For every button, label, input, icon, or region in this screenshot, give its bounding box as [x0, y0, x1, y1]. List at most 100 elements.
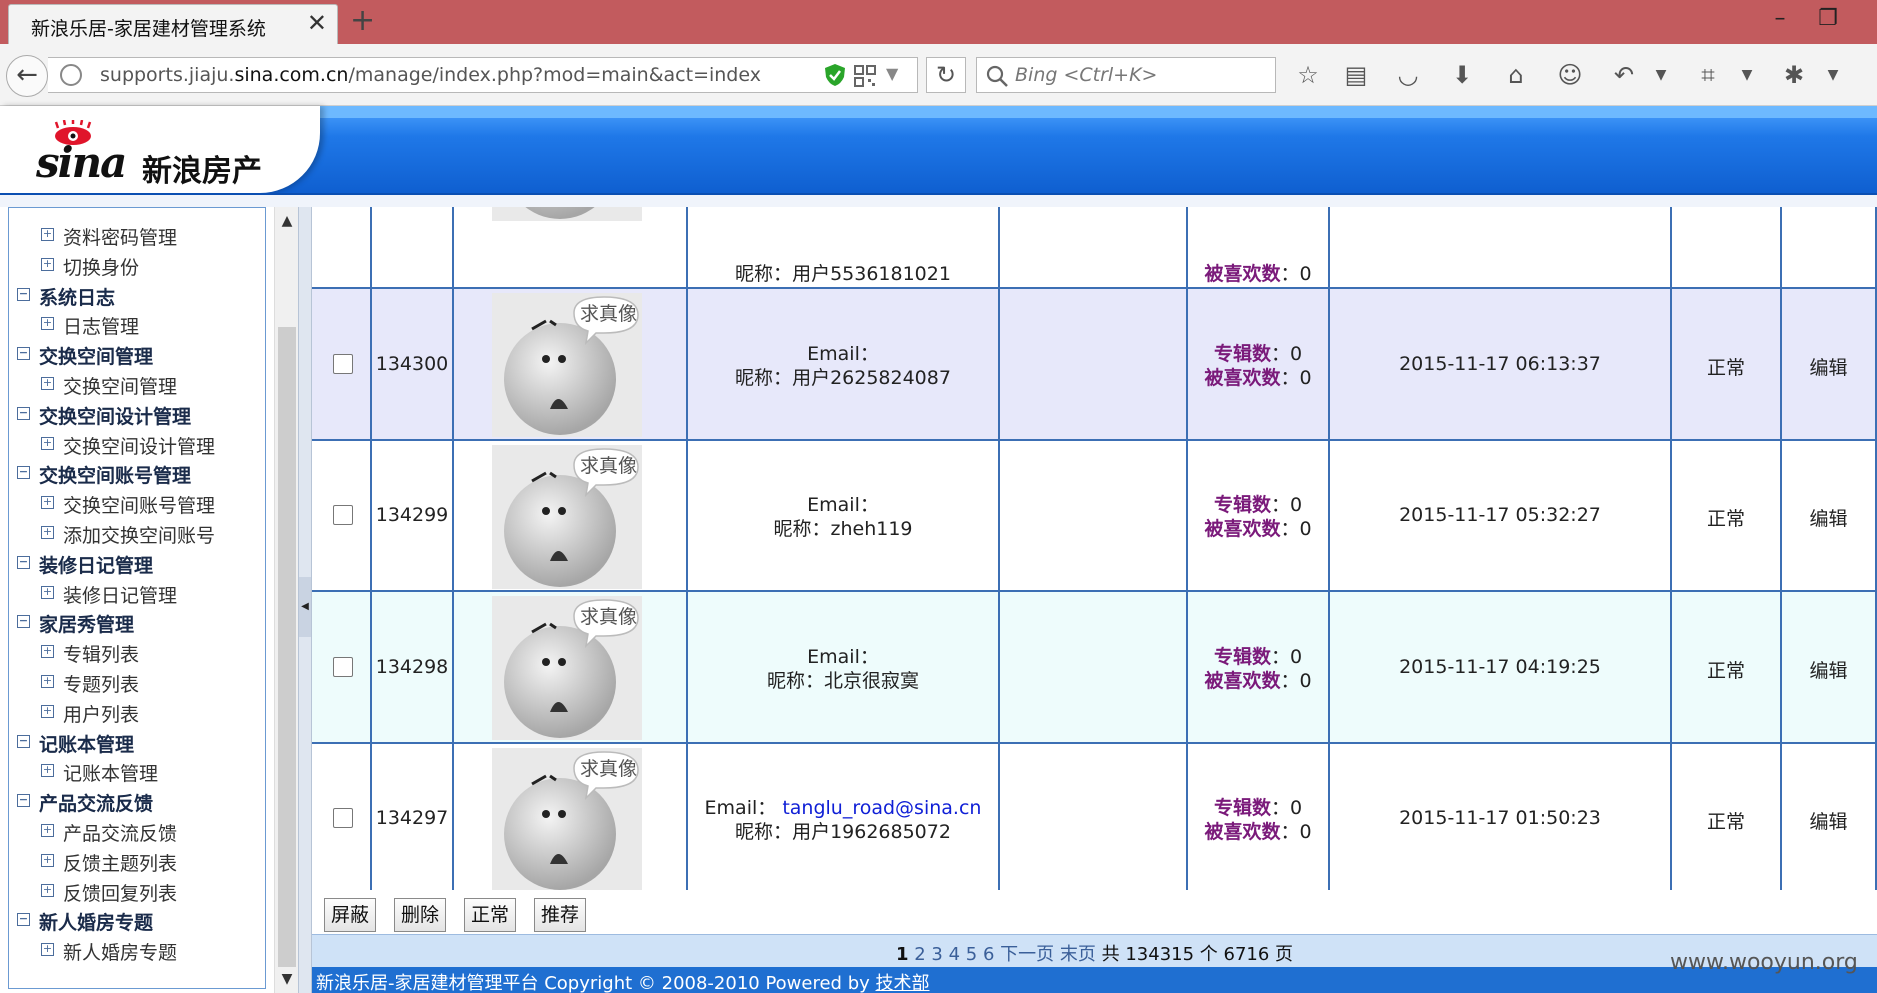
smiley-icon[interactable]: ☺: [1552, 58, 1588, 94]
sidebar-item[interactable]: + 新人婚房专题: [9, 937, 265, 965]
minimize-icon[interactable]: –: [1760, 4, 1800, 34]
sidebar-item[interactable]: + 用户列表: [9, 699, 265, 727]
sidebar-item[interactable]: + 日志管理: [9, 311, 265, 339]
shield-icon[interactable]: [824, 63, 846, 87]
sidebar-group[interactable]: − 交换空间账号管理: [9, 460, 265, 488]
restore-icon[interactable]: ❐: [1808, 4, 1848, 34]
expand-icon[interactable]: +: [41, 257, 54, 271]
collapse-icon[interactable]: −: [17, 615, 30, 629]
scroll-down-icon[interactable]: ▼: [275, 967, 299, 991]
expand-icon[interactable]: +: [41, 585, 54, 599]
url-dropdown-icon[interactable]: ▼: [886, 64, 898, 83]
sidebar-item[interactable]: + 交换空间管理: [9, 371, 265, 399]
row-checkbox[interactable]: [333, 353, 353, 374]
download-icon[interactable]: ⬇: [1444, 58, 1480, 94]
bookmark-star-icon[interactable]: ☆: [1290, 58, 1326, 94]
edit-link[interactable]: 编辑: [1782, 656, 1875, 683]
footer-tech-link[interactable]: 技术部: [876, 973, 930, 993]
sidebar-item[interactable]: + 产品交流反馈: [9, 818, 265, 846]
scroll-up-icon[interactable]: ▲: [275, 209, 299, 233]
page-link[interactable]: 4: [949, 944, 960, 965]
delete-button[interactable]: 删除: [394, 898, 447, 932]
collapse-icon[interactable]: −: [17, 406, 30, 420]
sidebar-item[interactable]: + 装修日记管理: [9, 580, 265, 608]
sidebar-group[interactable]: − 产品交流反馈: [9, 788, 265, 816]
home-icon[interactable]: ⌂: [1498, 58, 1534, 94]
page-link[interactable]: 6: [983, 944, 994, 965]
sidebar-item[interactable]: + 交换空间设计管理: [9, 431, 265, 459]
sidebar-splitter[interactable]: ◀: [298, 207, 312, 993]
collapse-icon[interactable]: −: [17, 913, 30, 927]
expand-icon[interactable]: +: [41, 943, 54, 957]
email-link[interactable]: tanglu_road@sina.cn: [782, 797, 981, 819]
sidebar-group[interactable]: − 交换空间管理: [9, 341, 265, 369]
collapse-icon[interactable]: −: [17, 347, 30, 361]
expand-icon[interactable]: +: [41, 883, 54, 897]
qr-code-icon[interactable]: [854, 65, 876, 87]
last-page-link[interactable]: 末页: [1060, 944, 1096, 965]
recommend-button[interactable]: 推荐: [534, 898, 587, 932]
collapse-arrow-icon[interactable]: ◀: [299, 577, 311, 637]
sidebar-item[interactable]: + 添加交换空间账号: [9, 520, 265, 548]
sidebar-scrollbar[interactable]: ▲ ▼: [274, 207, 298, 993]
bug-icon[interactable]: ✱: [1776, 58, 1812, 94]
sidebar-item[interactable]: + 专题列表: [9, 669, 265, 697]
page-link[interactable]: 5: [966, 944, 977, 965]
row-checkbox[interactable]: [333, 656, 353, 677]
next-page-link[interactable]: 下一页: [1000, 944, 1054, 965]
url-bar[interactable]: supports.jiaju.sina.com.cn/manage/index.…: [48, 57, 918, 93]
expand-icon[interactable]: +: [41, 824, 54, 837]
sidebar-item[interactable]: + 资料密码管理: [9, 222, 265, 250]
row-checkbox[interactable]: [333, 808, 353, 829]
sidebar-item[interactable]: + 专辑列表: [9, 639, 265, 667]
reading-list-icon[interactable]: ▤: [1338, 58, 1374, 94]
expand-icon[interactable]: +: [41, 228, 54, 241]
collapse-icon[interactable]: −: [17, 466, 30, 480]
sidebar-group[interactable]: − 系统日志: [9, 282, 265, 310]
sidebar-group[interactable]: − 家居秀管理: [9, 609, 265, 637]
sidebar-item[interactable]: + 记账本管理: [9, 758, 265, 786]
block-button[interactable]: 屏蔽: [324, 898, 377, 932]
expand-icon[interactable]: +: [41, 496, 54, 510]
expand-icon[interactable]: +: [41, 377, 54, 390]
collapse-icon[interactable]: −: [17, 555, 30, 569]
search-input[interactable]: Bing <Ctrl+K>: [976, 57, 1276, 93]
sidebar-group[interactable]: − 交换空间设计管理: [9, 401, 265, 429]
sidebar-item[interactable]: + 交换空间账号管理: [9, 490, 265, 518]
expand-icon[interactable]: +: [41, 645, 54, 659]
scroll-thumb[interactable]: [278, 327, 296, 967]
expand-icon[interactable]: +: [41, 526, 54, 539]
undo-icon[interactable]: ↶: [1606, 58, 1642, 94]
new-tab-icon[interactable]: +: [350, 6, 375, 36]
sidebar-item[interactable]: + 反馈主题列表: [9, 848, 265, 876]
expand-icon[interactable]: +: [41, 704, 54, 718]
back-arrow-icon[interactable]: ←: [6, 55, 48, 97]
expand-icon[interactable]: +: [41, 853, 54, 867]
bug-dropdown-icon[interactable]: ▼: [1824, 60, 1842, 90]
expand-icon[interactable]: +: [41, 436, 54, 450]
collapse-icon[interactable]: −: [17, 734, 30, 748]
sidebar-group[interactable]: − 装修日记管理: [9, 550, 265, 578]
sidebar-group[interactable]: − 记账本管理: [9, 729, 265, 757]
edit-link[interactable]: 编辑: [1782, 504, 1875, 531]
edit-link[interactable]: 编辑: [1782, 807, 1875, 834]
tab-close-icon[interactable]: ✕: [307, 11, 327, 35]
pocket-icon[interactable]: ◡: [1390, 58, 1426, 94]
page-link[interactable]: 3: [931, 944, 942, 965]
reload-icon[interactable]: ↻: [926, 57, 966, 93]
crop-icon[interactable]: ⌗: [1690, 58, 1726, 94]
collapse-icon[interactable]: −: [17, 287, 30, 301]
sidebar-group[interactable]: − 新人婚房专题: [9, 907, 265, 935]
expand-icon[interactable]: +: [41, 317, 54, 331]
sidebar-item[interactable]: + 切换身份: [9, 252, 265, 280]
normal-button[interactable]: 正常: [464, 898, 517, 932]
expand-icon[interactable]: +: [41, 675, 54, 688]
collapse-icon[interactable]: −: [17, 794, 30, 808]
browser-tab[interactable]: 新浪乐居-家居建材管理系统 ✕: [8, 4, 338, 44]
edit-link[interactable]: 编辑: [1782, 353, 1875, 380]
undo-dropdown-icon[interactable]: ▼: [1652, 60, 1670, 90]
row-checkbox[interactable]: [333, 505, 353, 526]
crop-dropdown-icon[interactable]: ▼: [1738, 60, 1756, 90]
page-link[interactable]: 2: [914, 944, 925, 965]
expand-icon[interactable]: +: [41, 764, 54, 778]
